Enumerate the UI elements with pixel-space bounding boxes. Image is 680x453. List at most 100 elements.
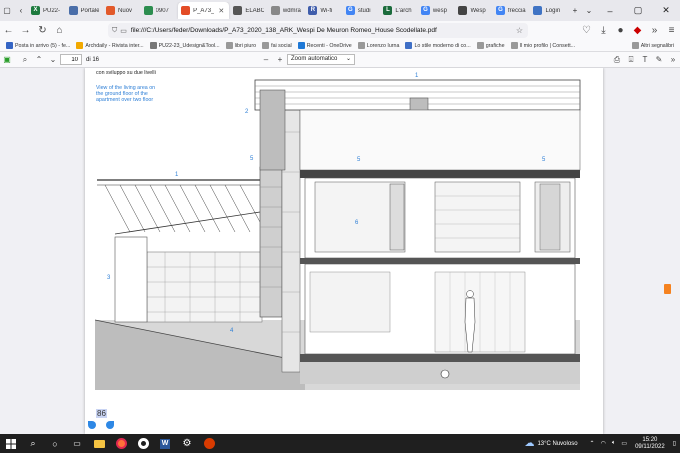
bookmark-item[interactable]: Lo stile moderno di co... bbox=[405, 42, 471, 49]
browser-tab[interactable]: Wesp bbox=[455, 2, 492, 19]
back-button[interactable]: ← bbox=[0, 22, 17, 39]
browser-tab[interactable]: X PU22- bbox=[28, 2, 65, 19]
address-bar[interactable]: ⛉ ▭ file:///C:/Users/feder/Downloads/P_A… bbox=[108, 23, 528, 38]
find-icon[interactable]: ⌕ bbox=[18, 53, 32, 67]
weather-icon[interactable]: ☁ bbox=[524, 438, 534, 449]
bookmark-item[interactable]: Posta in arrivo (5) - fe... bbox=[6, 42, 70, 49]
weather-text[interactable]: 13°C Nuvoloso bbox=[537, 441, 577, 447]
bookmark-item[interactable]: Archdaily - Rivista inter... bbox=[76, 42, 144, 49]
tab-label: studi bbox=[357, 7, 371, 14]
draw-tool-icon[interactable]: ✎ bbox=[652, 53, 666, 67]
browser-tab[interactable]: 0907 bbox=[141, 2, 178, 19]
battery-icon[interactable]: ▭ bbox=[621, 440, 627, 447]
next-page-button[interactable]: ⌄ bbox=[46, 53, 60, 67]
pdf-viewer[interactable]: con sviluppo su due livelli View of the … bbox=[0, 68, 680, 434]
browser-tab[interactable]: Portale se bbox=[66, 2, 103, 19]
tab-label: Portale se bbox=[80, 7, 100, 14]
bookmark-label: PU22-23_Udesign&Tool... bbox=[158, 42, 220, 49]
new-tab-button[interactable]: + bbox=[568, 4, 582, 18]
browser-tab[interactable]: Gstudi bbox=[343, 2, 380, 19]
account-icon[interactable]: ● bbox=[612, 22, 629, 39]
other-bookmarks[interactable]: Altri segnalibri bbox=[631, 42, 674, 49]
tab-favicon-icon bbox=[68, 6, 78, 15]
downloads-icon[interactable]: ⤓ bbox=[595, 22, 612, 39]
browser-tab[interactable]: L L'arch bbox=[380, 2, 417, 19]
zoom-out-button[interactable]: – bbox=[259, 53, 273, 67]
search-icon[interactable]: ⌕ bbox=[22, 434, 44, 453]
taskbar: ⌕ ○ ▭ W ⚙ ☁ 13°C Nuvoloso ⌃ ◠ 🔈︎ ▭ 15:20… bbox=[0, 434, 680, 453]
extension-icon[interactable]: ◆ bbox=[629, 22, 646, 39]
tab-label: PU22- bbox=[43, 7, 61, 14]
firefox-icon[interactable] bbox=[110, 434, 132, 453]
tray-arrow-icon[interactable]: ⌃ bbox=[590, 440, 595, 447]
browser-tab[interactable]: P_A73_ ✕ bbox=[178, 2, 230, 19]
bookmark-item[interactable]: PU22-23_Udesign&Tool... bbox=[149, 42, 220, 49]
zoom-select[interactable]: Zoom automatico ⌄ bbox=[287, 54, 356, 65]
browser-tab[interactable]: ELABORA bbox=[230, 2, 267, 19]
browser-tab[interactable]: R Wi-fi bbox=[305, 2, 342, 19]
tab-favicon-icon: G bbox=[345, 6, 355, 15]
minimize-button[interactable]: – bbox=[596, 0, 624, 21]
bookmark-star-icon[interactable]: ☆ bbox=[516, 26, 523, 35]
tab-overflow-icon[interactable]: ⌄ bbox=[582, 4, 596, 18]
bookmark-item[interactable]: Lorenzo Iurna bbox=[357, 42, 399, 49]
app-icon[interactable] bbox=[198, 434, 220, 453]
browser-tab[interactable]: Gwesp bbox=[418, 2, 455, 19]
bookmark-item[interactable]: Il mio profilo | Consett... bbox=[510, 42, 575, 49]
pocket-icon[interactable]: ♡ bbox=[578, 22, 595, 39]
save-icon[interactable]: ⍗ bbox=[624, 53, 638, 67]
text-tool-icon[interactable]: T bbox=[638, 53, 652, 67]
volume-icon[interactable]: 🔈︎ bbox=[612, 440, 616, 447]
previous-page-button[interactable]: ⌃ bbox=[32, 53, 46, 67]
bookmark-item[interactable]: grafiche bbox=[476, 42, 505, 49]
url-text[interactable]: file:///C:/Users/feder/Downloads/P_A73_2… bbox=[131, 27, 437, 34]
page-number-input[interactable] bbox=[60, 54, 82, 65]
sidebar-toggle-icon[interactable]: ▣ bbox=[0, 53, 14, 67]
browser-tab[interactable]: Nuov bbox=[103, 2, 140, 19]
reload-button[interactable]: ↻ bbox=[34, 22, 51, 39]
browser-tab[interactable]: Gfreccia bbox=[493, 2, 530, 19]
close-tab-icon[interactable]: ✕ bbox=[218, 7, 224, 15]
notifications-icon[interactable]: ▯ bbox=[673, 440, 676, 447]
print-icon[interactable]: ⎙ bbox=[610, 53, 624, 67]
settings-gear-icon[interactable]: ⚙ bbox=[176, 434, 198, 453]
network-icon[interactable]: ◠ bbox=[601, 440, 606, 447]
shield-icon[interactable]: ⛉ bbox=[112, 27, 117, 35]
widgets-icon[interactable]: ▭ bbox=[66, 434, 88, 453]
tab-label: ELABORA bbox=[245, 7, 264, 14]
bookmark-item[interactable]: libri piuro bbox=[225, 42, 256, 49]
foundation bbox=[300, 362, 580, 384]
menu-icon[interactable]: ≡ bbox=[663, 22, 680, 39]
bookmarks-container: Posta in arrivo (5) - fe... Archdaily - R… bbox=[0, 42, 620, 49]
task-view-icon[interactable]: ○ bbox=[44, 434, 66, 453]
selection-handles[interactable] bbox=[87, 421, 117, 431]
tab-favicon-icon bbox=[458, 6, 468, 15]
tab-list-icon[interactable]: ▢ bbox=[0, 4, 14, 18]
tab-label: L'arch bbox=[395, 7, 412, 14]
browser-tab[interactable]: wdmra.ch bbox=[268, 2, 305, 19]
bookmark-item[interactable]: Recenti - OneDrive bbox=[297, 42, 352, 49]
file-explorer-icon[interactable] bbox=[88, 434, 110, 453]
home-button[interactable]: ⌂ bbox=[51, 22, 68, 39]
tab-strip: ▢ ‹ XPU22- Portale seNuov0907P_A73_✕ ELABO… bbox=[0, 0, 680, 21]
tab-back-icon[interactable]: ‹ bbox=[14, 4, 28, 18]
bookmark-item[interactable]: fai social bbox=[262, 42, 292, 49]
tabs-container: XPU22- Portale se Nuov 0907 P_A73_✕ ELABORA wd… bbox=[28, 2, 568, 19]
browser-tab[interactable]: Login bbox=[530, 2, 567, 19]
windows-start-icon[interactable] bbox=[0, 434, 22, 453]
zoom-in-button[interactable]: + bbox=[273, 53, 287, 67]
extensions-icon[interactable]: » bbox=[646, 22, 663, 39]
close-window-button[interactable]: ✕ bbox=[652, 0, 680, 21]
word-icon[interactable]: W bbox=[154, 434, 176, 453]
page-label[interactable]: 86 bbox=[96, 409, 107, 418]
clock[interactable]: 15:20 09/11/2022 bbox=[635, 437, 665, 451]
tab-favicon-icon bbox=[270, 6, 280, 15]
chrome-icon[interactable] bbox=[132, 434, 154, 453]
forward-button[interactable]: → bbox=[17, 22, 34, 39]
pdf-page: con sviluppo su due livelli View of the … bbox=[85, 68, 603, 434]
page-info-icon[interactable]: ▭ bbox=[120, 27, 127, 35]
maximize-button[interactable]: ▢ bbox=[624, 0, 652, 21]
bookmark-icon bbox=[76, 42, 84, 49]
scrollbar-thumb[interactable] bbox=[664, 284, 671, 294]
more-tools-icon[interactable]: » bbox=[666, 53, 680, 67]
